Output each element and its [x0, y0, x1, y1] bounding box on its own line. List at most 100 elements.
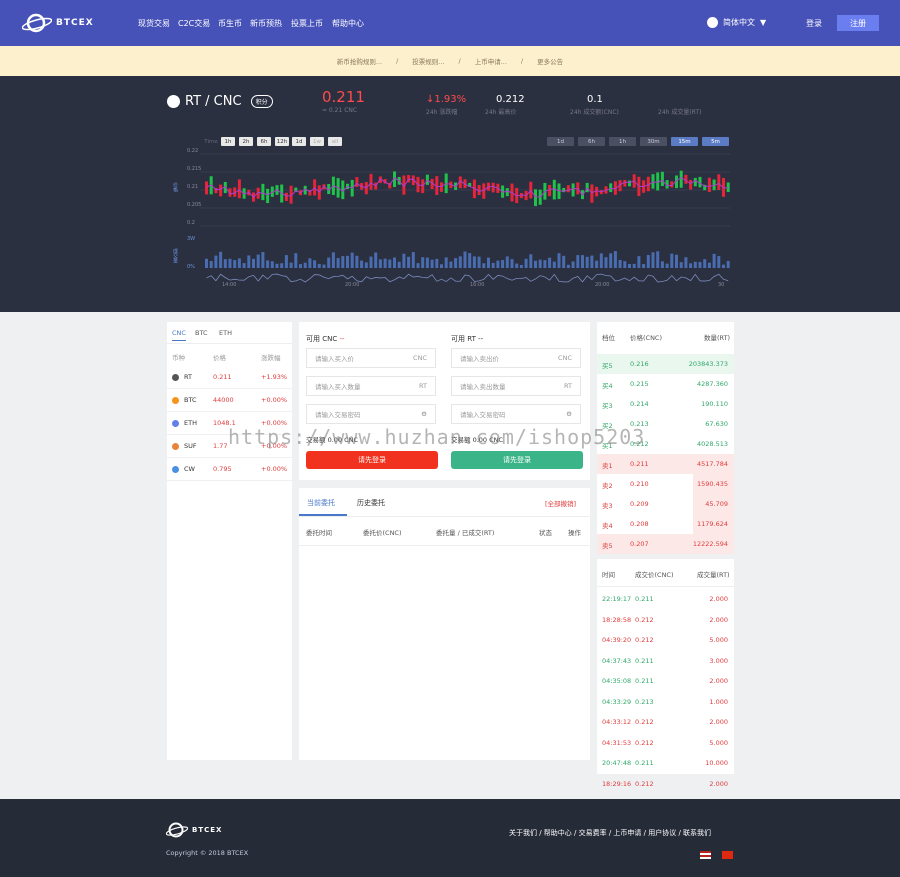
- tab-order-history[interactable]: 历史委托: [357, 498, 385, 508]
- volume-bar: [430, 259, 434, 268]
- market-row[interactable]: BTC 44000 +0.00%: [167, 390, 292, 412]
- login-link[interactable]: 登录: [806, 18, 822, 29]
- order-book-buy-row[interactable]: 买3 0.214 190.110: [597, 394, 734, 414]
- market-symbol: CW: [184, 465, 195, 473]
- volume-bar: [416, 263, 420, 268]
- unit-label: RT: [563, 382, 572, 390]
- col-header: 委托时间: [306, 529, 332, 537]
- volume-bar: [214, 255, 218, 268]
- tf-12h[interactable]: 12h: [275, 137, 289, 146]
- book-amount: 12222.594: [692, 540, 728, 548]
- buy-password-input[interactable]: 请输入交易密码 ⚙: [306, 404, 436, 424]
- us-flag-icon[interactable]: [700, 851, 711, 859]
- sell-password-input[interactable]: 请输入交易密码 ⚙: [451, 404, 581, 424]
- candle-bar: [266, 188, 270, 204]
- interval-15m[interactable]: 15m: [671, 137, 698, 146]
- volume-bar: [628, 264, 631, 268]
- volume-bar: [327, 257, 331, 268]
- notice-link[interactable]: 新币抢购规则...: [337, 56, 382, 66]
- tf-1h[interactable]: 1h: [221, 137, 235, 146]
- volume-bar: [369, 256, 373, 268]
- trade-time: 04:33:29: [602, 697, 632, 706]
- nav-c2c[interactable]: C2C交易: [178, 18, 210, 29]
- volume-bar: [660, 261, 664, 268]
- trade-row: 04:35:08 0.211 2.000: [597, 671, 734, 691]
- tf-1w[interactable]: 1w: [310, 137, 324, 146]
- x-tick: 16:00: [470, 282, 485, 288]
- interval-1d[interactable]: 1d: [547, 137, 574, 146]
- buy-login-button[interactable]: 请先登录: [306, 451, 438, 469]
- rt-volume-label: 24h 成交量(RT): [658, 109, 702, 116]
- market-symbol: SUF: [184, 442, 197, 450]
- cancel-all-link[interactable]: [全部撤销]: [545, 498, 576, 508]
- nav-spot[interactable]: 现货交易: [138, 18, 170, 29]
- volume-bar: [665, 263, 669, 268]
- candle-bar: [205, 181, 208, 195]
- notice-link[interactable]: 投票规则...: [412, 56, 444, 66]
- y-tick: 0.205: [187, 202, 202, 208]
- nav-new[interactable]: 新币预热: [250, 18, 282, 29]
- order-book-buy-row[interactable]: 买5 0.216 203843.373: [597, 354, 734, 374]
- order-book-sell-row[interactable]: 卖1 0.211 4517.784: [597, 454, 734, 474]
- book-price: 0.209: [630, 500, 649, 508]
- trade-amount: 5.000: [709, 738, 728, 747]
- buy-price-input[interactable]: 请输入买入价 CNC: [306, 348, 436, 368]
- volume-bar: [679, 262, 683, 268]
- volume-bar: [519, 264, 523, 268]
- market-row[interactable]: RT 0.211 +1.93%: [167, 367, 292, 389]
- interval-1h[interactable]: 1h: [609, 137, 636, 146]
- tf-time[interactable]: Time: [203, 137, 219, 146]
- footer-links[interactable]: 关于我们 / 帮助中心 / 交易费率 / 上币申请 / 用户协议 / 联系我们: [509, 828, 711, 838]
- nav-help[interactable]: 帮助中心: [332, 18, 364, 29]
- cn-flag-icon[interactable]: [722, 851, 733, 859]
- candle-bar: [684, 174, 688, 184]
- notice-more-link[interactable]: 更多公告: [537, 56, 563, 66]
- gear-icon[interactable]: ⚙: [566, 410, 572, 418]
- sell-amount-input[interactable]: 请输入卖出数量 RT: [451, 376, 581, 396]
- volume-bar: [642, 264, 646, 268]
- volume-bar: [581, 255, 584, 268]
- interval-6h[interactable]: 6h: [578, 137, 605, 146]
- nav-vote[interactable]: 投票上币: [291, 18, 323, 29]
- order-book-buy-row[interactable]: 买4 0.215 4287.360: [597, 374, 734, 394]
- sell-price-input[interactable]: 请输入卖出价 CNC: [451, 348, 581, 368]
- tf-6h[interactable]: 6h: [257, 137, 271, 146]
- order-book-sell-row[interactable]: 卖2 0.210 1590.435: [597, 474, 734, 494]
- tf-1d[interactable]: 1d: [292, 137, 306, 146]
- moving-average-line: [206, 177, 729, 198]
- order-book-sell-row[interactable]: 卖4 0.208 1179.624: [597, 514, 734, 534]
- market-tab-eth[interactable]: ETH: [219, 329, 232, 337]
- volume-bar: [289, 262, 293, 268]
- market-tab-btc[interactable]: BTC: [195, 329, 208, 337]
- trade-amount: 1.000: [709, 697, 728, 706]
- notice-link[interactable]: 上币申请...: [475, 56, 507, 66]
- tf-all[interactable]: all: [328, 137, 342, 146]
- nav-coin[interactable]: 币生币: [218, 18, 242, 29]
- volume-bar: [463, 251, 467, 268]
- tab-current-orders[interactable]: 当前委托: [307, 498, 335, 508]
- x-tick: 20:00: [595, 282, 610, 288]
- buy-amount-input[interactable]: 请输入买入数量 RT: [306, 376, 436, 396]
- volume-bar: [693, 261, 697, 268]
- brand-logo[interactable]: BTCEX: [22, 12, 94, 34]
- candlestick-chart[interactable]: [170, 146, 740, 296]
- volume-bar: [684, 257, 688, 268]
- market-tab-cnc[interactable]: CNC: [172, 329, 186, 341]
- sell-login-button[interactable]: 请先登录: [451, 451, 583, 469]
- volume-bar: [261, 252, 265, 268]
- interval-30m[interactable]: 30m: [640, 137, 667, 146]
- book-level: 卖4: [602, 522, 613, 530]
- candle-bar: [284, 192, 288, 201]
- register-button[interactable]: 注册: [837, 15, 879, 31]
- language-select[interactable]: 简体中文 ▼: [707, 17, 766, 28]
- gear-icon[interactable]: ⚙: [421, 410, 427, 418]
- interval-5m[interactable]: 5m: [702, 137, 729, 146]
- order-book-sell-row[interactable]: 卖3 0.209 45.709: [597, 494, 734, 514]
- book-amount: 1590.435: [696, 480, 728, 488]
- order-book-sell-row[interactable]: 卖5 0.207 12222.594: [597, 534, 734, 554]
- buy-available: 可用 CNC --: [306, 334, 345, 344]
- market-row[interactable]: CW 0.795 +0.00%: [167, 459, 292, 481]
- tf-2h[interactable]: 2h: [239, 137, 253, 146]
- book-amount: 4517.784: [696, 460, 728, 468]
- trade-amount: 5.000: [709, 636, 728, 644]
